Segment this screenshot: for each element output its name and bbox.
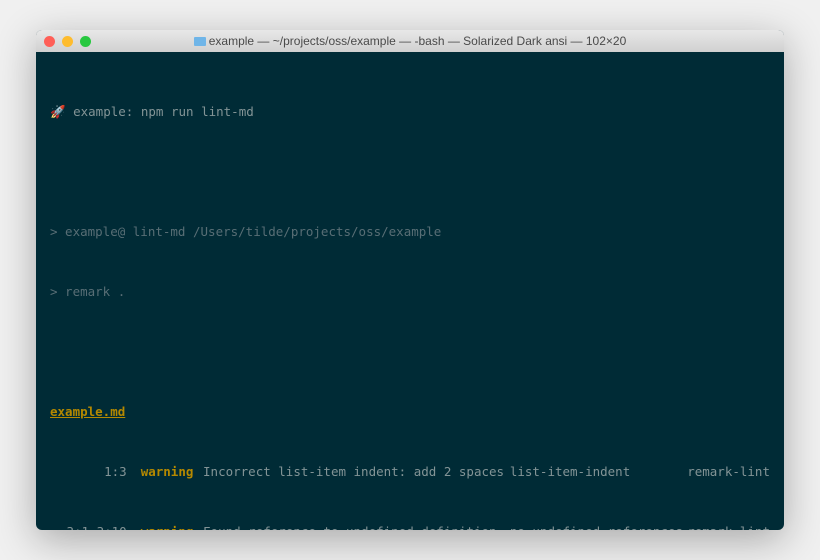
terminal-window: example — ~/projects/oss/example — -bash… — [36, 30, 784, 530]
warning-row: 3:1-3:10 warning Found reference to unde… — [50, 522, 770, 530]
output-line: > remark . — [50, 282, 770, 302]
traffic-lights — [44, 36, 91, 47]
level: warning — [141, 522, 203, 530]
source: remark-lint — [687, 462, 770, 482]
position: 1:3 — [50, 462, 141, 482]
maximize-icon[interactable] — [80, 36, 91, 47]
prompt-host: example: — [73, 104, 133, 119]
prompt-line: 🚀 example: npm run lint-md — [50, 102, 770, 122]
folder-icon — [194, 37, 206, 46]
level: warning — [141, 462, 203, 482]
warning-row: 1:3 warning Incorrect list-item indent: … — [50, 462, 770, 482]
message: Incorrect list-item indent: add 2 spaces — [203, 462, 510, 482]
command: npm run lint-md — [141, 104, 254, 119]
source: remark-lint — [687, 522, 770, 530]
terminal-body[interactable]: 🚀 example: npm run lint-md > example@ li… — [36, 52, 784, 530]
title-text: example — ~/projects/oss/example — -bash… — [209, 34, 627, 48]
minimize-icon[interactable] — [62, 36, 73, 47]
file-name: example.md — [50, 404, 125, 419]
window-title: example — ~/projects/oss/example — -bash… — [36, 34, 784, 48]
titlebar: example — ~/projects/oss/example — -bash… — [36, 30, 784, 52]
rocket-icon: 🚀 — [50, 104, 66, 119]
close-icon[interactable] — [44, 36, 55, 47]
position: 3:1-3:10 — [50, 522, 141, 530]
rule: list-item-indent — [510, 462, 687, 482]
message: Found reference to undefined definition — [203, 522, 510, 530]
output-line: > example@ lint-md /Users/tilde/projects… — [50, 222, 770, 242]
rule: no-undefined-references — [510, 522, 687, 530]
